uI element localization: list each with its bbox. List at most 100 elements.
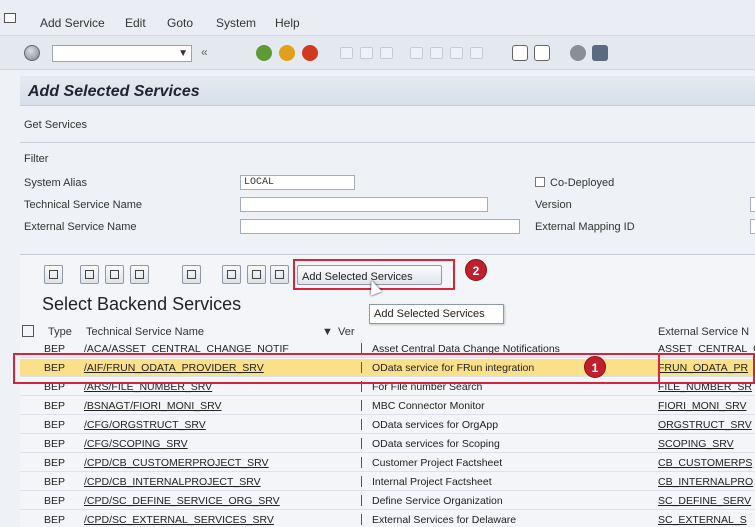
table-row[interactable]: BEP/CFG/ORGSTRUCT_SRV OData services for … (20, 416, 755, 434)
filter-button[interactable] (182, 265, 201, 284)
export-button[interactable] (222, 265, 241, 284)
align-right-icon (110, 270, 119, 279)
table-row[interactable]: BEP/CPD/SC_EXTERNAL_SERVICES_SRV External… (20, 511, 755, 527)
annotation-box-1 (13, 353, 660, 384)
cell-technical-service-name[interactable]: /CFG/SCOPING_SRV (84, 438, 324, 450)
previous-page-icon[interactable] (430, 47, 443, 59)
cell-external-service-name[interactable]: CB_CUSTOMERPS (658, 457, 755, 469)
table-row[interactable]: BEP/CPD/CB_CUSTOMERPROJECT_SRV Customer P… (20, 454, 755, 472)
export-icon (227, 270, 236, 279)
cell-technical-service-name[interactable]: /CPD/SC_DEFINE_SERVICE_ORG_SRV (84, 495, 324, 507)
exit-icon[interactable] (279, 45, 295, 61)
details-button[interactable] (44, 265, 63, 284)
annotation-box-1-ext (655, 353, 755, 384)
grid-button[interactable] (270, 265, 289, 284)
align-left-icon (85, 270, 94, 279)
col-type[interactable]: Type (48, 326, 72, 338)
get-services-button[interactable]: Get Services (24, 119, 87, 131)
table-row[interactable]: BEP/CPD/CB_INTERNALPROJECT_SRV Internal P… (20, 473, 755, 491)
cell-external-service-name[interactable]: ORGSTRUCT_SRV (658, 419, 755, 431)
history-icon[interactable]: « (201, 45, 208, 59)
help-icon[interactable] (570, 45, 586, 61)
last-page-icon[interactable] (470, 47, 483, 59)
version-marker (361, 438, 362, 449)
select-all-icon (135, 270, 144, 279)
chevron-down-icon[interactable]: ▼ (178, 48, 188, 59)
layout-icon[interactable] (592, 45, 608, 61)
cell-description: External Services for Delaware (372, 514, 517, 526)
table-row[interactable]: BEP/BSNAGT/FIORI_MONI_SRV MBC Connector M… (20, 397, 755, 415)
version-marker (361, 400, 362, 411)
back-icon[interactable] (256, 45, 272, 61)
cell-external-service-name[interactable]: FIORI_MONI_SRV (658, 400, 755, 412)
align-left-button[interactable] (80, 265, 99, 284)
cell-description: MBC Connector Monitor (372, 400, 485, 412)
layout-button[interactable] (247, 265, 266, 284)
external-service-name-input[interactable] (240, 219, 520, 234)
external-mapping-id-label: External Mapping ID (535, 221, 635, 233)
find-next-icon[interactable] (380, 47, 393, 59)
external-service-name-label: External Service Name (24, 221, 137, 233)
col-version[interactable]: Ver (338, 326, 355, 338)
shortcut-icon[interactable] (534, 45, 550, 61)
command-field[interactable]: ▼ (52, 45, 192, 62)
cancel-icon[interactable] (302, 45, 318, 61)
col-sort-icon[interactable]: ▼ (322, 326, 333, 338)
cell-type: BEP (44, 400, 66, 412)
menu-add-service[interactable]: Add Service (40, 16, 105, 30)
new-session-icon[interactable] (512, 45, 528, 61)
menu-help[interactable]: Help (275, 16, 300, 30)
page-title: Add Selected Services (28, 83, 200, 100)
system-alias-label: System Alias (24, 177, 87, 189)
first-page-icon[interactable] (410, 47, 423, 59)
cell-type: BEP (44, 476, 66, 488)
technical-service-name-input[interactable] (240, 197, 488, 212)
cell-type: BEP (44, 495, 66, 507)
version-input[interactable] (750, 197, 755, 212)
cell-external-service-name[interactable]: SCOPING_SRV (658, 438, 755, 450)
annotation-badge-2: 2 (465, 259, 487, 281)
col-technical-service-name[interactable]: Technical Service Name (86, 326, 204, 338)
cell-description: Internal Project Factsheet (372, 476, 492, 488)
select-all-button[interactable] (130, 265, 149, 284)
cell-technical-service-name[interactable]: /CPD/CB_CUSTOMERPROJECT_SRV (84, 457, 324, 469)
cell-technical-service-name[interactable]: /CFG/ORGSTRUCT_SRV (84, 419, 324, 431)
cell-type: BEP (44, 438, 66, 450)
table-row[interactable]: BEP/CFG/SCOPING_SRV OData services for Sc… (20, 435, 755, 453)
standard-toolbar: ▼ « (0, 36, 755, 70)
col-external-service-name[interactable]: External Service N (658, 326, 749, 338)
select-all-icon[interactable] (22, 325, 34, 337)
system-alias-input[interactable]: LOCAL (240, 175, 355, 190)
cell-technical-service-name[interactable]: /CPD/SC_EXTERNAL_SERVICES_SRV (84, 514, 324, 526)
divider (20, 142, 755, 143)
cell-description: Customer Project Factsheet (372, 457, 503, 469)
window-menu-icon[interactable] (4, 13, 16, 23)
version-marker (361, 514, 362, 525)
print-icon[interactable] (340, 47, 353, 59)
co-deployed-checkbox[interactable] (535, 177, 545, 187)
cell-external-service-name[interactable]: SC_EXTERNAL_S (658, 514, 755, 526)
find-icon[interactable] (360, 47, 373, 59)
menu-bar: Add Service Edit Goto System Help (0, 0, 755, 36)
table-row[interactable]: BEP/CPD/SC_DEFINE_SERVICE_ORG_SRV Define … (20, 492, 755, 510)
next-page-icon[interactable] (450, 47, 463, 59)
cell-technical-service-name[interactable]: /BSNAGT/FIORI_MONI_SRV (84, 400, 324, 412)
cell-description: OData services for Scoping (372, 438, 500, 450)
cell-external-service-name[interactable]: CB_INTERNALPRO (658, 476, 755, 488)
technical-service-name-label: Technical Service Name (24, 199, 142, 211)
cell-technical-service-name[interactable]: /CPD/CB_INTERNALPROJECT_SRV (84, 476, 324, 488)
enter-icon[interactable] (24, 45, 40, 61)
version-marker (361, 457, 362, 468)
section-title: Select Backend Services (42, 294, 242, 314)
cell-type: BEP (44, 457, 66, 469)
menu-edit[interactable]: Edit (125, 16, 146, 30)
details-icon (49, 270, 58, 279)
align-right-button[interactable] (105, 265, 124, 284)
cell-external-service-name[interactable]: SC_DEFINE_SERV (658, 495, 755, 507)
table-header: Type Technical Service Name ▼ Ver Extern… (20, 322, 755, 340)
menu-goto[interactable]: Goto (167, 16, 193, 30)
external-mapping-id-input[interactable] (750, 219, 755, 234)
cell-description: OData services for OrgApp (372, 419, 499, 431)
version-marker (361, 495, 362, 506)
menu-system[interactable]: System (216, 16, 256, 30)
